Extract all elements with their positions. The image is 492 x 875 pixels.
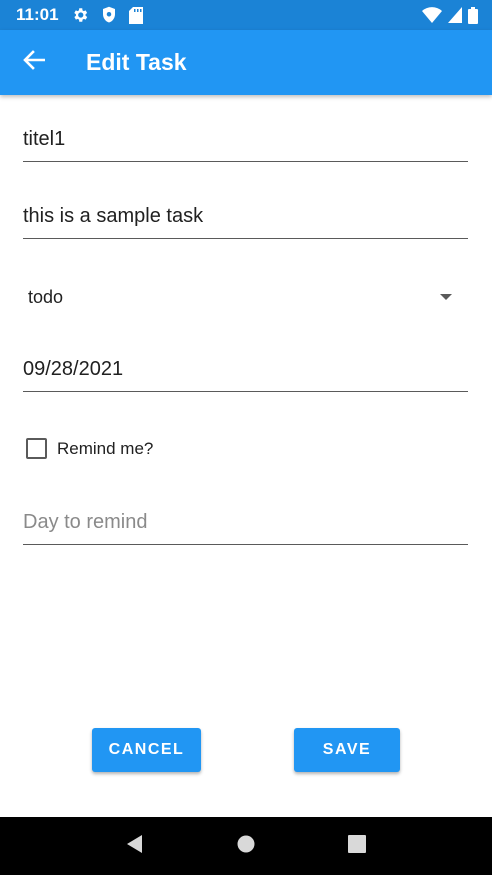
date-field[interactable] [23, 358, 468, 392]
cancel-button[interactable]: CANCEL [92, 728, 201, 772]
status-bar: 11:01 [0, 0, 492, 30]
status-right [422, 6, 478, 24]
chevron-down-icon [440, 294, 452, 300]
nav-home-button[interactable] [226, 826, 266, 866]
wifi-icon [422, 7, 442, 23]
nav-back-button[interactable] [115, 826, 155, 866]
settings-icon [71, 6, 89, 24]
status-dropdown[interactable]: todo [28, 282, 458, 312]
recents-square-icon [347, 834, 366, 858]
remind-day-field[interactable] [23, 511, 468, 545]
status-dropdown-value: todo [28, 286, 64, 307]
remind-day-input[interactable] [23, 511, 468, 534]
date-input[interactable] [23, 358, 468, 381]
signal-icon [448, 7, 462, 23]
home-circle-icon [237, 835, 255, 858]
arrow-left-icon [23, 50, 46, 75]
description-input[interactable] [23, 205, 468, 228]
description-field[interactable] [23, 205, 468, 239]
nav-recents-button[interactable] [337, 826, 377, 866]
navigation-bar [0, 817, 492, 875]
back-button[interactable] [14, 43, 54, 83]
status-left: 11:01 [16, 5, 143, 25]
battery-icon [468, 6, 478, 24]
title-input[interactable] [23, 128, 468, 151]
status-time: 11:01 [16, 5, 59, 24]
remind-checkbox-label: Remind me? [57, 438, 154, 458]
title-field[interactable] [23, 128, 468, 162]
page-title: Edit Task [86, 49, 187, 75]
sd-card-icon [128, 6, 143, 24]
app-bar: Edit Task [0, 30, 492, 95]
save-button[interactable]: SAVE [294, 728, 400, 772]
remind-checkbox-row[interactable]: Remind me? [26, 438, 153, 459]
remind-checkbox[interactable] [26, 438, 47, 459]
back-triangle-icon [126, 834, 144, 859]
shield-icon [101, 6, 117, 24]
